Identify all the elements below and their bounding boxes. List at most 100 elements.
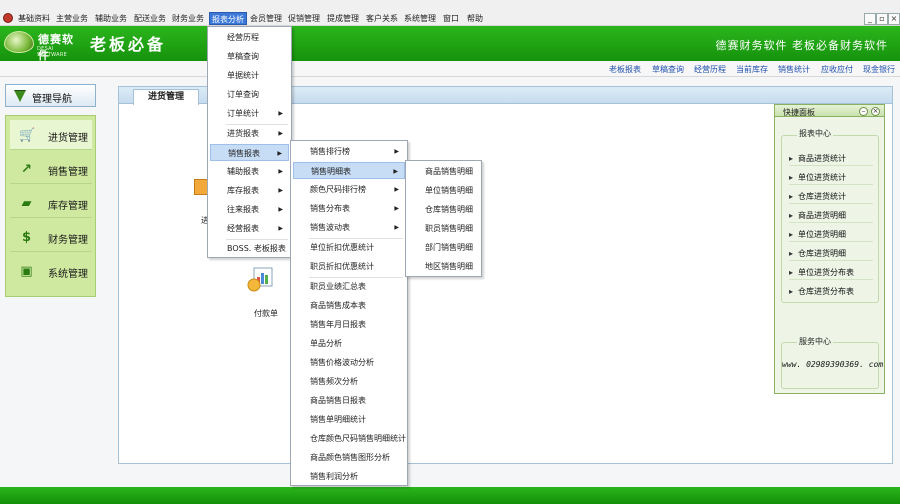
app-icon[interactable] — [3, 13, 13, 23]
menu-aux-business[interactable]: 辅助业务 — [95, 12, 127, 25]
menu-item-product-daily-report[interactable]: 商品销售日报表 — [293, 392, 405, 409]
menu-item-inventory-report[interactable]: 库存报表 ▶ — [210, 182, 289, 199]
menu-item-sales-order-detail-stats[interactable]: 销售单明细统计 — [293, 411, 405, 428]
nav-item-label: 财务管理 — [48, 235, 88, 246]
submenu-arrow-icon: ▶ — [394, 186, 399, 193]
nav-item-purchase[interactable]: 🛒 进货管理 — [10, 120, 92, 150]
menu-item-order-stats[interactable]: 订单统计 ▶ — [210, 105, 289, 122]
menu-item-draft-query[interactable]: 草稿查询 — [210, 48, 289, 65]
menu-item-label: 单据统计 — [227, 71, 259, 80]
menu-item-staff-sales-detail[interactable]: 职员销售明细 — [408, 220, 479, 237]
menu-report-analysis[interactable]: 报表分析 — [209, 12, 247, 25]
quicklink-sales-stats[interactable]: 销售统计 — [778, 64, 810, 75]
menu-item-label: 销售排行榜 — [310, 147, 350, 156]
menu-item-warehouse-sales-detail[interactable]: 仓库销售明细 — [408, 201, 479, 218]
nav-item-inventory[interactable]: ▰ 库存管理 — [10, 188, 92, 218]
divider — [789, 203, 873, 204]
menu-item-label: 销售分布表 — [310, 204, 350, 213]
close-icon[interactable]: × — [871, 107, 880, 116]
menu-item-label: 草稿查询 — [227, 52, 259, 61]
quicklink-boss-report[interactable]: 老板报表 — [609, 64, 641, 75]
qp-link-unit-purchase-stats[interactable]: 单位进货统计 — [789, 172, 846, 183]
minimize-button[interactable]: _ — [864, 13, 876, 25]
nav-item-sales[interactable]: ↗ 销售管理 — [10, 154, 92, 184]
menu-finance[interactable]: 财务业务 — [172, 12, 204, 25]
menu-item-operation-report[interactable]: 经营报表 ▶ — [210, 220, 289, 237]
menu-item-single-product-analysis[interactable]: 单品分析 — [293, 335, 405, 352]
menu-item-sales-ymd-report[interactable]: 销售年月日报表 — [293, 316, 405, 333]
app-title: 老板必备 — [90, 35, 167, 54]
menu-item-label: 进货报表 — [227, 129, 259, 138]
menu-item-label: 职员业绩汇总表 — [310, 282, 366, 291]
menu-item-document-stats[interactable]: 单据统计 — [210, 67, 289, 84]
quicklink-cash-bank[interactable]: 现金银行 — [863, 64, 895, 75]
menu-help[interactable]: 帮助 — [467, 12, 483, 25]
nav-item-label: 系统管理 — [48, 269, 88, 280]
menu-member[interactable]: 会员管理 — [250, 12, 282, 25]
qp-link-product-purchase-stats[interactable]: 商品进货统计 — [789, 153, 846, 164]
quicklink-draft-query[interactable]: 草稿查询 — [652, 64, 684, 75]
report-center-label: 报表中心 — [797, 128, 833, 139]
monitor-icon: ▣ — [20, 264, 33, 279]
menu-item-price-fluctuation[interactable]: 销售价格波动分析 — [293, 354, 405, 371]
menu-item-color-sales-chart[interactable]: 商品颜色销售图形分析 — [293, 449, 405, 466]
menu-item-sales-ranking[interactable]: 销售排行榜 ▶ — [293, 143, 405, 160]
qp-link-product-purchase-detail[interactable]: 商品进货明细 — [789, 210, 846, 221]
logo: 德赛软件 DESAI SOFTWARE — [4, 29, 84, 62]
menu-item-warehouse-color-size-detail[interactable]: 仓库颜色尺码销售明细统计 — [293, 430, 406, 447]
menu-promotion[interactable]: 促销管理 — [288, 12, 320, 25]
document-icon[interactable] — [194, 179, 208, 195]
quicklink-business-history[interactable]: 经营历程 — [694, 64, 726, 75]
report-analysis-menu: 经营历程 草稿查询 单据统计 订单查询 订单统计 ▶ 进货报表 ▶ 销售报表 ▶ 辅助… — [207, 26, 292, 258]
nav-header[interactable]: 管理导航 — [5, 84, 96, 107]
close-button[interactable]: × — [888, 13, 900, 25]
menu-item-business-history[interactable]: 经营历程 — [210, 29, 289, 46]
menu-item-department-sales-detail[interactable]: 部门销售明细 — [408, 239, 479, 256]
quick-panel-title: 快捷面板 — [783, 108, 815, 117]
menu-item-purchase-report[interactable]: 进货报表 ▶ — [210, 125, 289, 142]
menu-main-business[interactable]: 主营业务 — [56, 12, 88, 25]
menu-item-order-query[interactable]: 订单查询 — [210, 86, 289, 103]
menu-item-label: 销售年月日报表 — [310, 320, 366, 329]
menu-item-unit-sales-detail[interactable]: 单位销售明细 — [408, 182, 479, 199]
nav-item-finance[interactable]: $ 财务管理 — [10, 222, 92, 252]
menu-item-unit-discount-stats[interactable]: 单位折扣优惠统计 — [293, 239, 405, 256]
qp-link-unit-purchase-detail[interactable]: 单位进货明细 — [789, 229, 846, 240]
menu-item-staff-discount-stats[interactable]: 职员折扣优惠统计 — [293, 258, 405, 275]
menu-item-sales-fluctuation[interactable]: 销售波动表 ▶ — [293, 219, 405, 236]
menu-item-sales-detail[interactable]: 销售明细表 ▶ — [293, 162, 405, 179]
menu-item-staff-performance[interactable]: 职员业绩汇总表 — [293, 278, 405, 295]
restore-button[interactable]: ▫ — [876, 13, 888, 25]
qp-link-unit-purchase-distribution[interactable]: 单位进货分布表 — [789, 267, 854, 278]
menu-commission[interactable]: 提成管理 — [327, 12, 359, 25]
menu-item-boss-report[interactable]: BOSS. 老板报表 — [210, 240, 289, 257]
quicklink-current-stock[interactable]: 当前库存 — [736, 64, 768, 75]
menu-item-sales-report[interactable]: 销售报表 ▶ — [210, 144, 289, 161]
menu-item-sales-distribution[interactable]: 销售分布表 ▶ — [293, 200, 405, 217]
menu-item-product-sales-detail[interactable]: 商品销售明细 — [408, 163, 479, 180]
payment-chart-icon[interactable] — [246, 265, 274, 293]
menu-item-account-report[interactable]: 往来报表 ▶ — [210, 201, 289, 218]
menu-item-sales-frequency[interactable]: 销售频次分析 — [293, 373, 405, 390]
menu-item-product-sales-cost[interactable]: 商品销售成本表 — [293, 297, 405, 314]
menu-delivery[interactable]: 配送业务 — [134, 12, 166, 25]
menu-window[interactable]: 窗口 — [443, 12, 459, 25]
menu-customer[interactable]: 客户关系 — [366, 12, 398, 25]
menu-item-label: 单位折扣优惠统计 — [310, 243, 374, 252]
qp-link-warehouse-purchase-stats[interactable]: 仓库进货统计 — [789, 191, 846, 202]
menu-item-aux-report[interactable]: 辅助报表 ▶ — [210, 163, 289, 180]
menu-item-color-size-ranking[interactable]: 颜色尺码排行榜 ▶ — [293, 181, 405, 198]
quick-links-bar: 老板报表 草稿查询 经营历程 当前库存 销售统计 应收应付 现金银行 — [0, 61, 900, 77]
quicklink-receivable-payable[interactable]: 应收应付 — [821, 64, 853, 75]
nav-item-system[interactable]: ▣ 系统管理 — [10, 256, 92, 286]
collapse-icon[interactable]: – — [859, 107, 868, 116]
qp-link-warehouse-purchase-detail[interactable]: 仓库进货明细 — [789, 248, 846, 259]
tab-purchase-management[interactable]: 进货管理 — [133, 89, 199, 105]
menu-item-region-sales-detail[interactable]: 地区销售明细 — [408, 258, 479, 275]
qp-link-warehouse-purchase-distribution[interactable]: 仓库进货分布表 — [789, 286, 854, 297]
menu-item-sales-profit-analysis[interactable]: 销售利润分析 — [293, 468, 405, 485]
payment-voucher-label[interactable]: 付款单 — [254, 308, 278, 319]
menu-system[interactable]: 系统管理 — [404, 12, 436, 25]
divider — [789, 165, 873, 166]
menu-basic-data[interactable]: 基础资料 — [18, 12, 50, 25]
